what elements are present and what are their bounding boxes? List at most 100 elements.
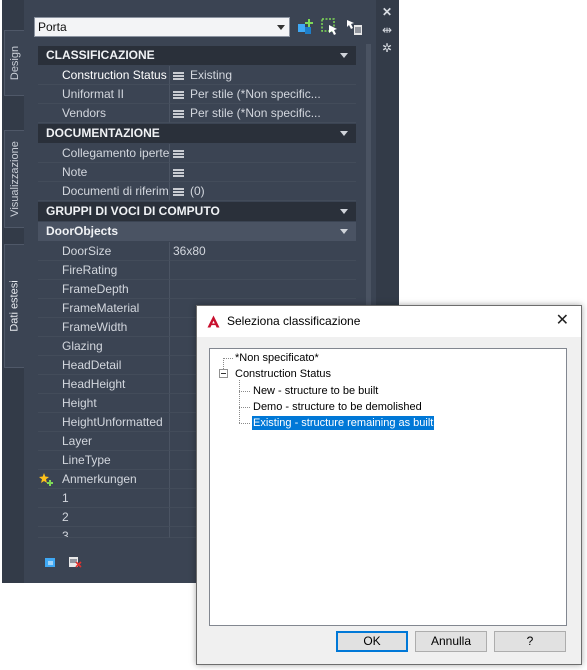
help-button[interactable]: ? [494, 631, 566, 652]
property-name: HeightUnformatted [38, 413, 170, 432]
tree-item-construction-status[interactable]: Construction Status [235, 367, 331, 381]
property-row[interactable]: Documenti di riferime... (0) [38, 182, 356, 201]
tab-visualizzazione[interactable]: Visualizzazione [4, 130, 25, 228]
property-value-text: Existing [190, 68, 233, 82]
collapse-icon [340, 53, 348, 58]
property-value[interactable] [170, 163, 356, 182]
tree-item-existing[interactable]: Existing - structure remaining as built [250, 415, 436, 431]
tab-dati-estesi[interactable]: Dati estesi [4, 244, 25, 368]
property-name: HeadHeight [38, 375, 170, 394]
category-gruppi-title: GRUPPI DI VOCI DI COMPUTO [46, 204, 220, 218]
property-value[interactable]: (0) [170, 182, 356, 201]
tree-connector [223, 358, 233, 359]
select-objects-icon[interactable] [345, 18, 363, 36]
property-row[interactable]: FireRating [38, 261, 356, 280]
tree-connector [239, 407, 250, 408]
property-value[interactable]: Existing [170, 66, 356, 85]
worksheet-icon[interactable] [173, 90, 184, 99]
category-documentazione-title: DOCUMENTAZIONE [46, 126, 160, 140]
property-name: FireRating [38, 261, 170, 280]
collapse-icon [340, 131, 348, 136]
dialog-title: Seleziona classificazione [227, 314, 361, 328]
autohide-icon[interactable]: ⇹ [380, 24, 394, 36]
property-name: Layer [38, 432, 170, 451]
property-row[interactable]: Note [38, 163, 356, 182]
property-name: 2 [38, 508, 170, 527]
property-name: HeadDetail [38, 356, 170, 375]
property-name: FrameWidth [38, 318, 170, 337]
property-value[interactable] [170, 280, 356, 299]
tree-item-demo[interactable]: Demo - structure to be demolished [253, 400, 422, 414]
category-classificazione[interactable]: CLASSIFICAZIONE [38, 46, 356, 65]
property-value[interactable]: Per stile (*Non specific... [170, 104, 356, 123]
property-value-text: Per stile (*Non specific... [190, 106, 321, 120]
cancel-button[interactable]: Annulla [415, 631, 487, 652]
category-doorobjects-title: DoorObjects [46, 224, 119, 238]
property-name: Height [38, 394, 170, 413]
category-gruppi[interactable]: GRUPPI DI VOCI DI COMPUTO [38, 202, 356, 221]
property-row[interactable]: Collegamento ipertest... [38, 144, 356, 163]
property-value[interactable] [170, 261, 356, 280]
property-name: 3 [38, 527, 170, 538]
worksheet-icon[interactable] [173, 168, 184, 177]
remove-property-sets-icon[interactable] [68, 556, 82, 568]
tree-connector [239, 391, 250, 392]
property-name: 1 [38, 489, 170, 508]
property-name: Construction Status [38, 66, 170, 85]
property-name: Glazing [38, 337, 170, 356]
chevron-down-icon [277, 25, 285, 30]
property-name: FrameMaterial [38, 299, 170, 318]
property-row[interactable]: Vendors Per stile (*Non specific... [38, 104, 356, 123]
object-type-value: Porta [38, 20, 67, 34]
worksheet-icon[interactable] [173, 187, 184, 196]
ok-button[interactable]: OK [336, 631, 408, 652]
tab-design-label: Design [9, 45, 21, 81]
new-property-star-icon [39, 473, 53, 486]
tab-visualizzazione-label: Visualizzazione [9, 141, 21, 217]
collapse-icon[interactable] [219, 369, 228, 378]
tree-connector [239, 380, 240, 423]
property-value[interactable]: Per stile (*Non specific... [170, 85, 356, 104]
property-name: Collegamento ipertest... [38, 144, 170, 163]
category-classificazione-title: CLASSIFICAZIONE [46, 48, 155, 62]
tree-item-unspecified[interactable]: *Non specificato* [235, 351, 319, 365]
autocad-logo-icon [207, 315, 220, 328]
object-type-select[interactable]: Porta [34, 17, 290, 37]
close-icon[interactable]: ✕ [380, 6, 394, 18]
classification-tree: *Non specificato* Construction Status Ne… [209, 348, 567, 626]
tree-item-new[interactable]: New - structure to be built [253, 384, 378, 398]
category-documentazione[interactable]: DOCUMENTAZIONE [38, 124, 356, 143]
collapse-icon [340, 229, 348, 234]
close-icon[interactable]: ✕ [556, 312, 569, 330]
property-name: LineType [38, 451, 170, 470]
side-tab-strip: Design Visualizzazione Dati estesi [2, 0, 25, 583]
property-name: Note [38, 163, 170, 182]
add-selected-icon[interactable] [297, 18, 315, 36]
category-doorobjects[interactable]: DoorObjects [38, 222, 356, 241]
property-name: Vendors [38, 104, 170, 123]
property-name: Anmerkungen [38, 470, 170, 489]
property-row[interactable]: Uniformat II Per stile (*Non specific... [38, 85, 356, 104]
property-value[interactable] [170, 144, 356, 163]
edit-property-sets-icon[interactable] [44, 556, 58, 568]
property-value-text: (0) [190, 184, 205, 198]
property-row[interactable]: Construction Status Existing [38, 66, 356, 85]
property-name: DoorSize [38, 242, 170, 261]
property-row[interactable]: FrameDepth [38, 280, 356, 299]
property-value[interactable]: 36x80 [170, 242, 356, 261]
select-classification-dialog: Seleziona classificazione ✕ *Non specifi… [196, 305, 582, 665]
property-name: Uniformat II [38, 85, 170, 104]
properties-icon[interactable]: ✲ [380, 42, 394, 54]
collapse-icon [340, 209, 348, 214]
tab-design[interactable]: Design [4, 30, 25, 96]
quick-select-icon[interactable] [321, 18, 339, 36]
property-row[interactable]: DoorSize 36x80 [38, 242, 356, 261]
worksheet-icon[interactable] [173, 109, 184, 118]
worksheet-icon[interactable] [173, 149, 184, 158]
property-name: FrameDepth [38, 280, 170, 299]
dialog-titlebar[interactable]: Seleziona classificazione ✕ [197, 306, 581, 337]
worksheet-icon[interactable] [173, 71, 184, 80]
property-value-text: Per stile (*Non specific... [190, 87, 321, 101]
tree-connector [239, 423, 250, 424]
tab-dati-estesi-label: Dati estesi [9, 280, 22, 332]
